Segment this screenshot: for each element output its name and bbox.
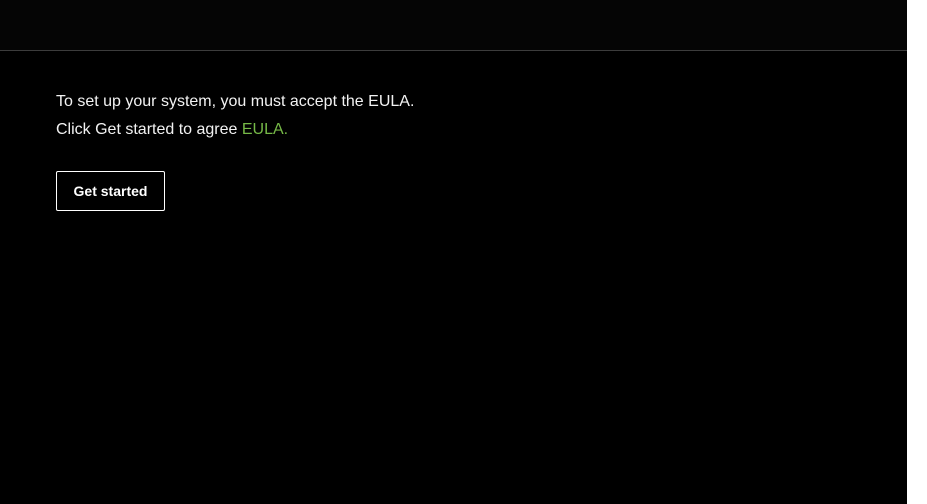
setup-screen: To set up your system, you must accept t…: [0, 0, 907, 504]
eula-instruction-prefix: Click Get started to agree: [56, 121, 238, 138]
eula-requirement-text: To set up your system, you must accept t…: [56, 93, 415, 110]
get-started-button[interactable]: Get started: [56, 171, 165, 211]
eula-message: To set up your system, you must accept t…: [56, 88, 876, 144]
eula-instruction-text: Click Get started to agree EULA.: [56, 116, 876, 144]
eula-link[interactable]: EULA.: [242, 121, 288, 138]
top-header-bar: [0, 0, 907, 51]
